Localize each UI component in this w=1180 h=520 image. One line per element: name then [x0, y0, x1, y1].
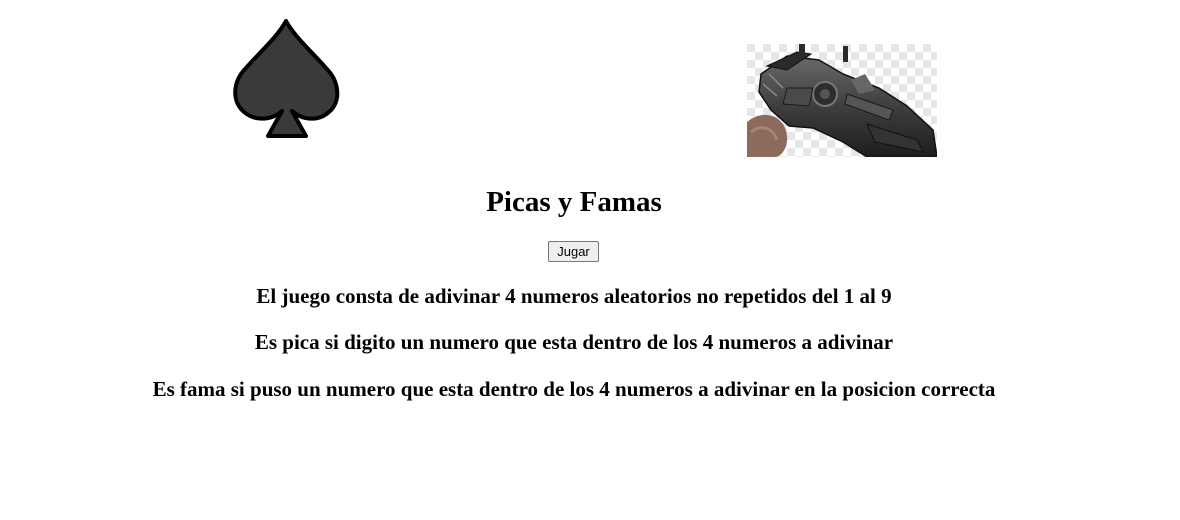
rule-text: El juego consta de adivinar 4 numeros al…: [256, 284, 892, 308]
spade-icon: [230, 18, 342, 142]
weapon-image: [747, 44, 937, 157]
page-title: Picas y Famas: [486, 186, 662, 218]
rule-text: Es fama si puso un numero que esta dentr…: [152, 377, 996, 401]
play-button[interactable]: Jugar: [548, 241, 599, 262]
rule-text: Es pica si digito un numero que esta den…: [254, 330, 894, 354]
